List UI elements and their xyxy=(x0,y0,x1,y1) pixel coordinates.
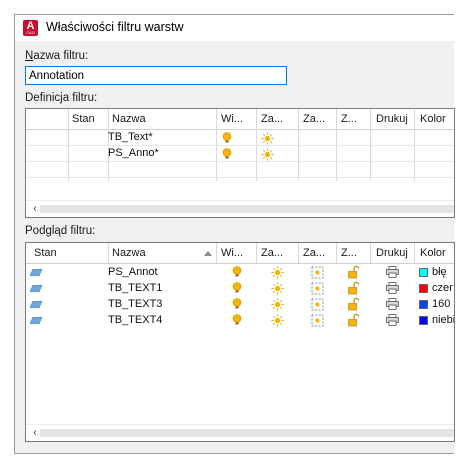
viewport-freeze-icon[interactable] xyxy=(311,298,324,311)
filter-definition-label: Definicja filtru: xyxy=(25,92,98,104)
color-swatch[interactable] xyxy=(419,316,428,325)
printer-icon[interactable] xyxy=(386,314,399,326)
lightbulb-on-icon[interactable] xyxy=(232,282,242,295)
viewport-freeze-icon[interactable] xyxy=(311,266,324,279)
prev-col-on[interactable]: Wi... xyxy=(221,243,243,263)
layer-name[interactable]: PS_Annot xyxy=(108,266,158,278)
prev-col-z[interactable]: Z... xyxy=(341,243,357,263)
prev-col-color[interactable]: Kolor xyxy=(420,243,446,263)
def-col-state[interactable]: Stan xyxy=(72,109,95,129)
def-col-name[interactable]: Nazwa xyxy=(112,109,146,129)
def-col-plot[interactable]: Drukuj xyxy=(376,109,408,129)
def-col-on[interactable]: Wi... xyxy=(221,109,243,129)
layer-filter-properties-dialog: A CAD Właściwości filtru warstw Nazwa fi… xyxy=(14,14,455,454)
def-col-freeze[interactable]: Za... xyxy=(261,109,283,129)
color-name[interactable]: 160 xyxy=(432,298,450,310)
lightbulb-on-icon[interactable] xyxy=(222,148,232,161)
color-name[interactable]: czer xyxy=(432,282,453,294)
def-col-z[interactable]: Z... xyxy=(341,109,357,129)
printer-icon[interactable] xyxy=(386,282,399,294)
filter-name-label: Nazwa filtru: xyxy=(25,50,89,62)
lock-open-icon[interactable] xyxy=(348,298,359,311)
lightbulb-on-icon[interactable] xyxy=(232,314,242,327)
printer-icon[interactable] xyxy=(386,298,399,310)
layer-icon xyxy=(30,301,42,308)
scroll-thumb[interactable] xyxy=(40,429,454,437)
prev-col-name[interactable]: Nazwa xyxy=(112,243,146,263)
layer-icon xyxy=(30,317,42,324)
filter-name-input[interactable] xyxy=(25,66,287,85)
def-col-color[interactable]: Kolor xyxy=(420,109,446,129)
prev-col-lock[interactable]: Za... xyxy=(303,243,325,263)
scroll-left-icon[interactable]: ‹ xyxy=(30,426,40,440)
sun-icon[interactable] xyxy=(271,282,284,295)
prev-col-plot[interactable]: Drukuj xyxy=(376,243,408,263)
def-row-name[interactable]: TB_Text* xyxy=(108,131,153,143)
title-bar: A CAD Właściwości filtru warstw xyxy=(15,15,455,41)
layer-name[interactable]: TB_TEXT3 xyxy=(108,298,162,310)
sun-icon[interactable] xyxy=(261,148,274,161)
def-col-lock[interactable]: Za... xyxy=(303,109,325,129)
color-name[interactable]: błę xyxy=(432,266,447,278)
filter-preview-label: Podgląd filtru: xyxy=(25,225,96,237)
def-row-name[interactable]: PS_Anno* xyxy=(108,147,159,159)
lock-open-icon[interactable] xyxy=(348,282,359,295)
preview-horizontal-scrollbar[interactable]: ‹ xyxy=(26,424,454,441)
sun-icon[interactable] xyxy=(261,132,274,145)
scroll-thumb[interactable] xyxy=(40,205,454,213)
window-title: Właściwości filtru warstw xyxy=(46,20,184,34)
viewport-freeze-icon[interactable] xyxy=(311,314,324,327)
sort-ascending-icon xyxy=(204,251,212,256)
layer-name[interactable]: TB_TEXT4 xyxy=(108,314,162,326)
def-horizontal-scrollbar[interactable]: ‹ xyxy=(26,200,454,217)
viewport-freeze-icon[interactable] xyxy=(311,282,324,295)
lightbulb-on-icon[interactable] xyxy=(232,266,242,279)
sun-icon[interactable] xyxy=(271,314,284,327)
sun-icon[interactable] xyxy=(271,298,284,311)
prev-col-state[interactable]: Stan xyxy=(34,243,57,263)
lock-open-icon[interactable] xyxy=(348,266,359,279)
color-swatch[interactable] xyxy=(419,300,428,309)
layer-icon xyxy=(30,285,42,292)
layer-name[interactable]: TB_TEXT1 xyxy=(108,282,162,294)
sun-icon[interactable] xyxy=(271,266,284,279)
filter-definition-grid[interactable]: Stan Nazwa Wi... Za... Za... Z... Drukuj… xyxy=(25,108,455,218)
filter-preview-grid[interactable]: Stan Nazwa Wi... Za... Za... Z... Drukuj… xyxy=(25,242,455,442)
lock-open-icon[interactable] xyxy=(348,314,359,327)
lightbulb-on-icon[interactable] xyxy=(232,298,242,311)
layer-icon xyxy=(30,269,42,276)
color-name[interactable]: niebi xyxy=(432,314,454,326)
app-icon-caption: CAD xyxy=(26,30,35,35)
color-swatch[interactable] xyxy=(419,284,428,293)
autocad-app-icon: A CAD xyxy=(23,20,38,36)
color-swatch[interactable] xyxy=(419,268,428,277)
prev-col-freeze[interactable]: Za... xyxy=(261,243,283,263)
scroll-left-icon[interactable]: ‹ xyxy=(30,202,40,216)
lightbulb-on-icon[interactable] xyxy=(222,132,232,145)
printer-icon[interactable] xyxy=(386,266,399,278)
